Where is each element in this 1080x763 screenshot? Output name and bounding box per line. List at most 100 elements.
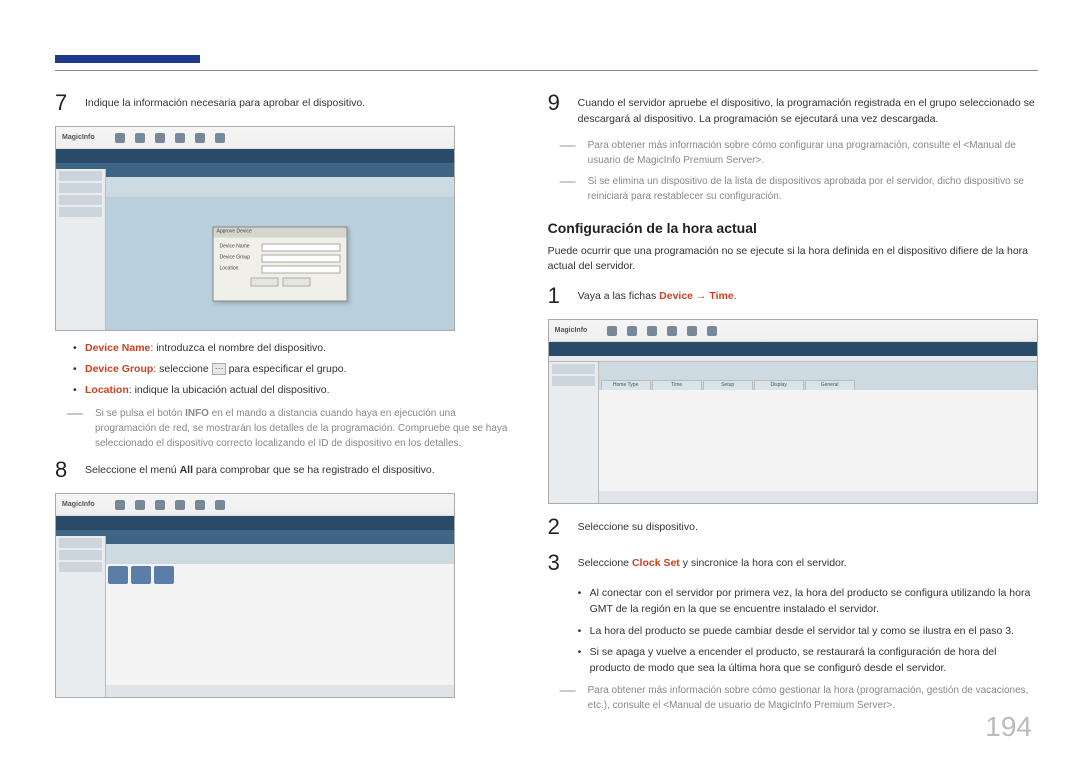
sidebar-item [59, 195, 102, 205]
note-text: Si se elimina un dispositivo de la lista… [588, 174, 1038, 204]
step1-pre: Vaya a las fichas [578, 290, 660, 302]
nav-icon [647, 326, 657, 336]
scr-nav-icons [115, 133, 225, 143]
dialog-label: Device Group [220, 254, 258, 262]
nav-icon [155, 133, 165, 143]
sidebar-item [59, 538, 102, 548]
content-columns: 7 Indique la información necesaria para … [55, 90, 1038, 733]
scr-tab-bar [549, 342, 1037, 356]
sidebar-item [552, 376, 595, 386]
field-text: : introduzca el nombre del dispositivo. [150, 342, 326, 354]
tool-icon [154, 566, 174, 584]
dialog-input [262, 243, 341, 251]
scr-sub-bar [56, 530, 454, 544]
nav-icon [115, 500, 125, 510]
right-column: 9 Cuando el servidor apruebe el disposit… [548, 90, 1038, 733]
nav-icon [175, 133, 185, 143]
page-number: 194 [985, 711, 1032, 743]
scr-sidebar [549, 362, 599, 503]
arrow-icon: → [693, 290, 709, 302]
step-text: Seleccione el menú All para comprobar qu… [85, 457, 435, 483]
nav-icon [155, 500, 165, 510]
note-dash-icon: ― [67, 406, 95, 451]
note-schedule-info: ― Para obtener más información sobre cóm… [560, 138, 1038, 168]
note-text: Para obtener más información sobre cómo … [588, 683, 1038, 713]
note-time-management: ― Para obtener más información sobre cóm… [560, 683, 1038, 713]
scr-footer [599, 491, 1037, 503]
dialog-row: Device Group [220, 254, 341, 262]
note-dash-icon: ― [560, 683, 588, 713]
field-text-post: para especificar el grupo. [226, 363, 347, 375]
note-dash-icon: ― [560, 138, 588, 168]
step8-pre: Seleccione el menú [85, 464, 180, 476]
nav-icon [135, 500, 145, 510]
header-rule [55, 70, 1038, 71]
scr-sidebar [56, 536, 106, 697]
field-bullets: Device Name: introduzca el nombre del di… [73, 341, 508, 398]
field-text-pre: : seleccione [153, 363, 211, 375]
dialog-input [262, 265, 341, 273]
field-label: Device Name [85, 342, 150, 354]
section-intro: Puede ocurrir que una programación no se… [548, 244, 1038, 276]
nav-icon [627, 326, 637, 336]
cancel-button [282, 277, 310, 286]
step-number: 8 [55, 457, 73, 483]
note-info-button: ― Si se pulsa el botón INFO en el mando … [67, 406, 508, 451]
header-accent [55, 55, 200, 63]
step1-post: . [734, 290, 737, 302]
scr-tab-bar [56, 149, 454, 163]
sidebar-item [59, 171, 102, 181]
sub-bullet: La hora del producto se puede cambiar de… [578, 624, 1038, 640]
sidebar-item [59, 207, 102, 217]
nav-icon [115, 133, 125, 143]
dialog-title: Approve Device [214, 227, 347, 237]
ellipsis-icon [212, 363, 226, 375]
note-device-removed: ― Si se elimina un dispositivo de la lis… [560, 174, 1038, 204]
sidebar-item [59, 183, 102, 193]
dialog-input [262, 254, 341, 262]
nav-icon [175, 500, 185, 510]
step-2-time: 2 Seleccione su dispositivo. [548, 514, 1038, 540]
dialog-label: Location [220, 265, 258, 273]
time-sub-bullets: Al conectar con el servidor por primera … [578, 586, 1038, 677]
nav-icon [215, 500, 225, 510]
bullet-device-name: Device Name: introduzca el nombre del di… [73, 341, 508, 357]
screenshot-all-menu: MagicInfo [55, 493, 455, 698]
sidebar-item [59, 562, 102, 572]
scr-header-row: MagicInfo [56, 494, 454, 516]
scr-tab-bar [56, 516, 454, 530]
left-column: 7 Indique la información necesaria para … [55, 90, 508, 733]
scr-header: MagicInfo [549, 320, 1037, 362]
step-text: Cuando el servidor apruebe el dispositiv… [578, 90, 1038, 128]
scr-header: MagicInfo [56, 127, 454, 169]
nav-icon [215, 133, 225, 143]
note-text: Si se pulsa el botón INFO en el mando a … [95, 406, 508, 451]
scr-toolbar [108, 566, 174, 586]
dialog-body: Device Name Device Group Location [214, 237, 347, 292]
scr-logo: MagicInfo [555, 327, 588, 334]
step-text: Indique la información necesaria para ap… [85, 90, 365, 116]
note-dash-icon: ― [560, 174, 588, 204]
step-number: 1 [548, 283, 566, 309]
scr-main: Approve Device Device Name Device Group … [106, 197, 454, 330]
step-8: 8 Seleccione el menú All para comprobar … [55, 457, 508, 483]
bullet-device-group: Device Group: seleccione para especifica… [73, 362, 508, 378]
step-text: Seleccione Clock Set y sincronice la hor… [578, 550, 847, 576]
scr-header-row: MagicInfo [56, 127, 454, 149]
step1-device: Device [659, 290, 693, 302]
nav-icon [707, 326, 717, 336]
approve-dialog: Approve Device Device Name Device Group … [213, 226, 348, 301]
field-label: Location [85, 384, 129, 396]
step3-post: y sincronice la hora con el servidor. [680, 557, 847, 569]
step-number: 3 [548, 550, 566, 576]
scr-sidebar [56, 169, 106, 330]
step-3-time: 3 Seleccione Clock Set y sincronice la h… [548, 550, 1038, 576]
field-text: : indique la ubicación actual del dispos… [129, 384, 330, 396]
scr-main [599, 390, 1037, 503]
step1-time: Time [709, 290, 733, 302]
sidebar-item [552, 364, 595, 374]
dialog-label: Device Name [220, 243, 258, 251]
step-number: 7 [55, 90, 73, 116]
nav-icon [607, 326, 617, 336]
scr-sub-bar [56, 163, 454, 177]
